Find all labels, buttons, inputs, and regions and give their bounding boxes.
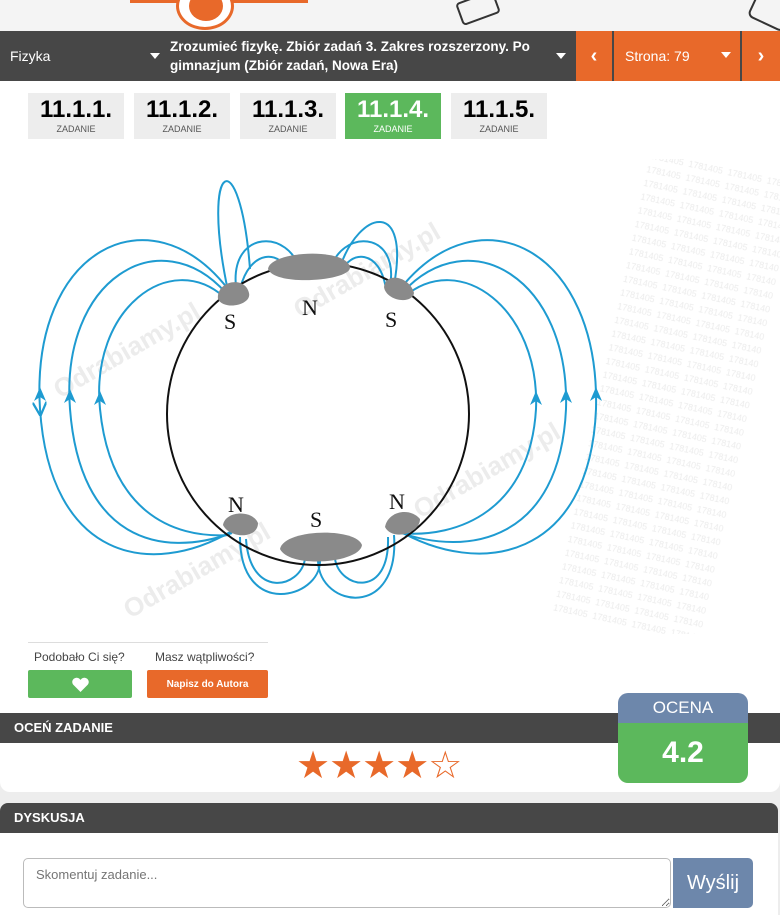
next-page-button[interactable]: ›	[742, 31, 780, 81]
task-tile[interactable]: 11.1.1. ZADANIE	[28, 93, 124, 139]
chevron-down-icon	[556, 53, 566, 59]
page-label: Strona: 79	[625, 48, 690, 64]
task-label: ZADANIE	[373, 124, 413, 134]
task-tile[interactable]: 11.1.5. ZADANIE	[451, 93, 547, 139]
chevron-down-icon	[150, 53, 160, 59]
score-value: 4.2	[618, 723, 748, 783]
magnetic-field-figure: 1781405 Odrabiamy.pl Odrabiamy.pl Odrabi…	[0, 159, 780, 634]
pole-labels: S N S N S N	[224, 295, 405, 532]
header-decoration	[0, 0, 780, 31]
task-label: ZADANIE	[268, 124, 308, 134]
star-rating[interactable]: ★★★★☆	[296, 746, 462, 786]
pencil-case-icon	[455, 0, 501, 27]
task-tile[interactable]: 11.1.2. ZADANIE	[134, 93, 230, 139]
chevron-down-icon	[721, 52, 731, 58]
task-number: 11.1.4.	[356, 96, 430, 123]
task-number: 11.1.3.	[251, 96, 325, 123]
chevron-right-icon: ›	[757, 44, 765, 67]
write-to-author-button[interactable]: Napisz do Autora	[147, 670, 268, 698]
arrowheads	[34, 387, 602, 405]
divider	[28, 642, 268, 643]
subject-select[interactable]: Fizyka	[0, 31, 166, 81]
pole-label-bottom-right: N	[389, 489, 405, 514]
like-button[interactable]	[28, 670, 132, 698]
discussion-panel: Wyślij	[0, 833, 778, 915]
task-tile[interactable]: 11.1.3. ZADANIE	[240, 93, 336, 139]
pole-label-top-right: S	[385, 307, 397, 332]
send-button[interactable]: Wyślij	[673, 858, 753, 908]
subject-label: Fizyka	[10, 48, 51, 64]
pole-label-bottom-left: N	[228, 492, 244, 517]
prev-page-button[interactable]: ‹	[576, 31, 612, 81]
score-label: OCENA	[618, 693, 748, 723]
task-label: ZADANIE	[56, 124, 96, 134]
book-label: Zrozumieć fizykę. Zbiór zadań 3. Zakres …	[170, 39, 530, 73]
task-card: 11.1.1. ZADANIE 11.1.2. ZADANIE 11.1.3. …	[0, 81, 780, 792]
score-badge: OCENA 4.2	[618, 693, 748, 783]
pole-label-bottom-center: S	[310, 507, 322, 532]
book-navigation: Fizyka Zrozumieć fizykę. Zbiór zadań 3. …	[0, 31, 780, 81]
pole-label-top-center: N	[302, 295, 318, 320]
heart-icon	[71, 677, 89, 692]
pole-label-top-left: S	[224, 309, 236, 334]
task-tile-active[interactable]: 11.1.4. ZADANIE	[345, 93, 441, 139]
book-icon	[746, 0, 780, 31]
like-prompt: Podobało Ci się?	[34, 650, 125, 664]
task-number: 11.1.1.	[39, 96, 113, 123]
watermark-numbers	[552, 159, 780, 634]
chevron-left-icon: ‹	[590, 44, 598, 67]
comment-input[interactable]	[23, 858, 671, 908]
task-label: ZADANIE	[162, 124, 202, 134]
task-number: 11.1.5.	[462, 96, 536, 123]
brain-logo-icon	[176, 0, 234, 30]
page-select[interactable]: Strona: 79	[614, 31, 740, 81]
svg-text:Odrabiamy.pl: Odrabiamy.pl	[408, 416, 565, 524]
doubt-prompt: Masz wątpliwości?	[155, 650, 255, 664]
task-label: ZADANIE	[479, 124, 519, 134]
task-number: 11.1.2.	[145, 96, 219, 123]
book-select[interactable]: Zrozumieć fizykę. Zbiór zadań 3. Zakres …	[168, 31, 574, 81]
discussion-header: DYSKUSJA	[0, 803, 778, 833]
